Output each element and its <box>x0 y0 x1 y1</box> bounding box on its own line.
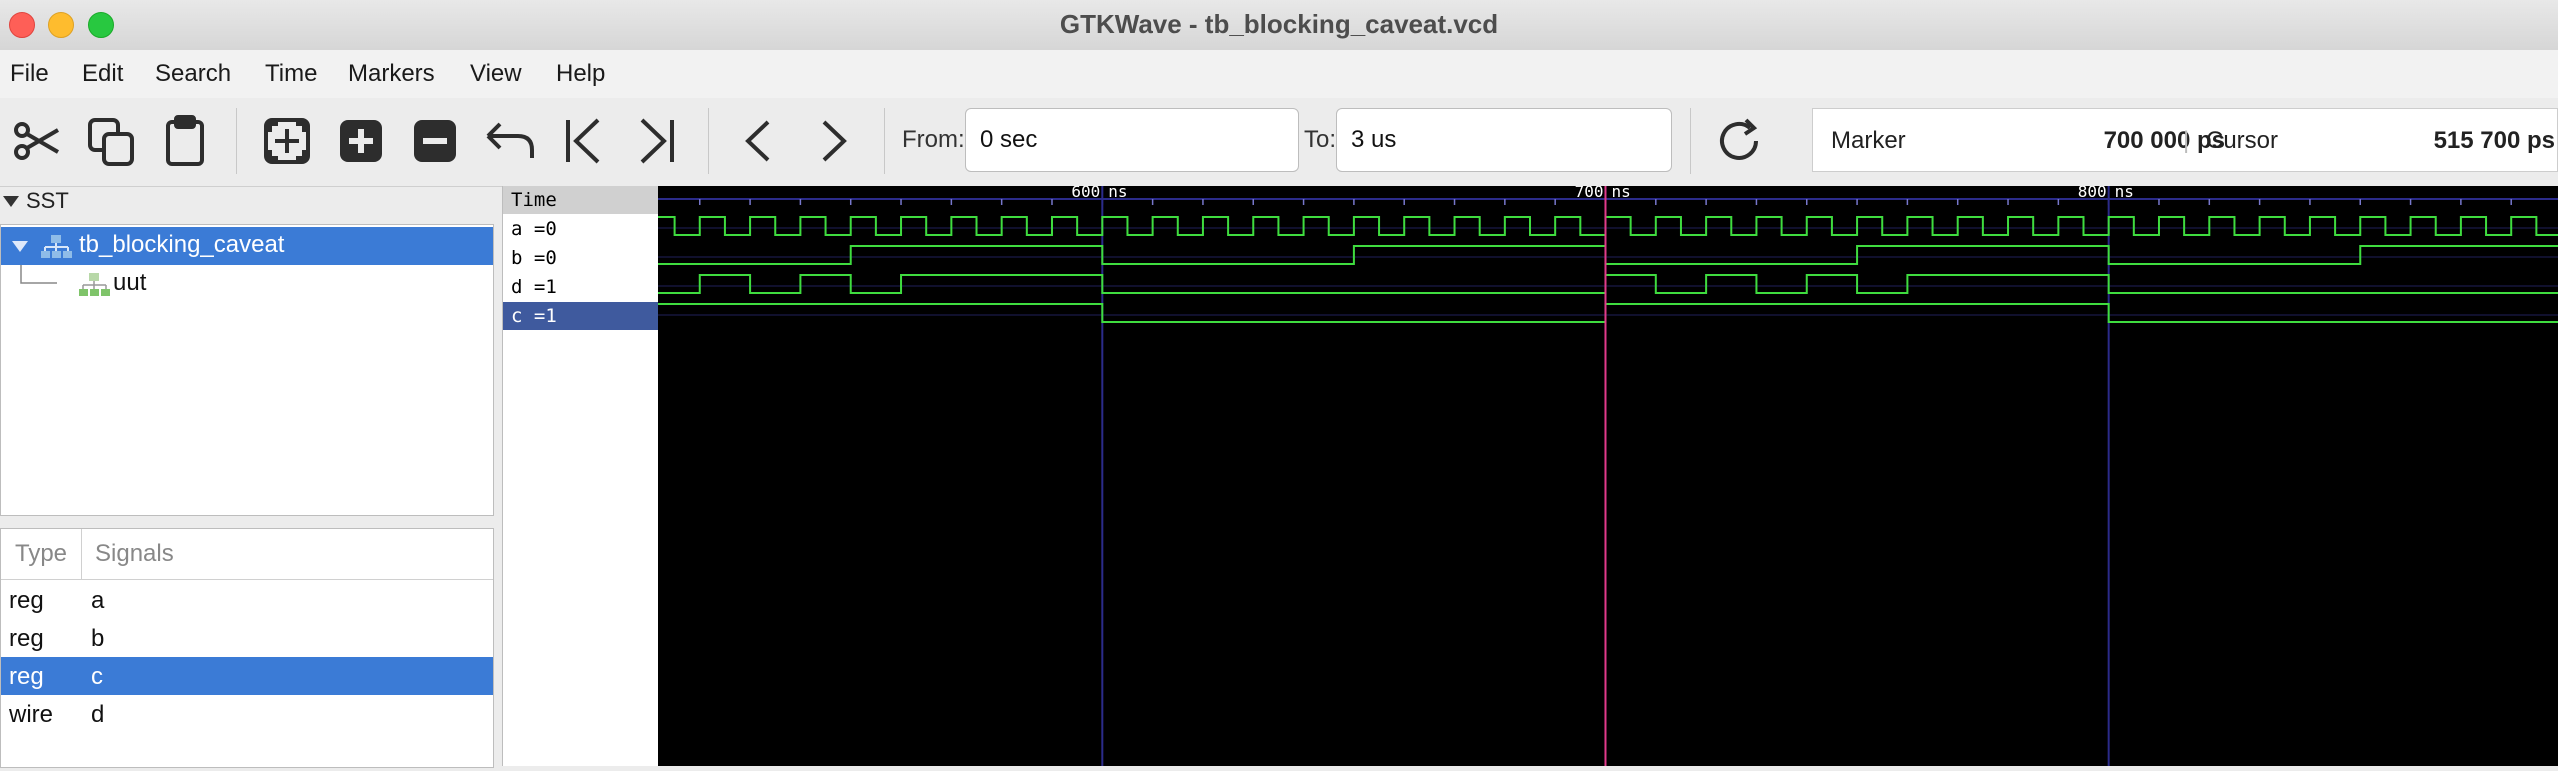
signal-row-c[interactable]: reg c <box>1 657 493 695</box>
wave-name-a[interactable]: a =0 <box>503 215 659 243</box>
to-time-input[interactable]: 3 us <box>1336 108 1672 172</box>
wave-name-d[interactable]: d =1 <box>503 273 659 301</box>
triangle-down-icon[interactable] <box>11 239 29 253</box>
tree-item-uut[interactable]: uut <box>1 265 493 303</box>
wave-c <box>658 303 2558 323</box>
signals-list: Type Signals reg a reg b reg c wire d <box>0 528 494 768</box>
tick-unit-label: ns <box>1108 186 1127 201</box>
title-bar: GTKWave - tb_blocking_caveat.vcd <box>0 0 2558 51</box>
menu-file[interactable]: File <box>10 60 49 88</box>
menu-help[interactable]: Help <box>556 60 605 88</box>
shift-right-icon[interactable] <box>804 112 862 170</box>
signal-name: d <box>91 701 105 728</box>
signal-type: reg <box>9 587 44 614</box>
signal-name: a <box>91 587 105 614</box>
cursor-label: Cursor <box>2206 127 2279 154</box>
toolbar: From: 0 sec To: 3 us Marker 700 000 ps |… <box>0 98 2558 187</box>
tree-item-label: uut <box>113 269 147 296</box>
menu-markers[interactable]: Markers <box>348 60 435 88</box>
marker-value: 700 000 ps <box>2103 127 2225 154</box>
to-label: To: <box>1304 126 1337 153</box>
window-title: GTKWave - tb_blocking_caveat.vcd <box>1059 9 1499 39</box>
zoom-out-icon[interactable] <box>406 112 464 170</box>
reload-icon[interactable] <box>1710 112 1768 170</box>
signal-type: reg <box>9 663 44 690</box>
signal-row-b[interactable]: reg b <box>1 619 493 657</box>
tick-unit-label: ns <box>1611 186 1630 201</box>
from-time-input[interactable]: 0 sec <box>965 108 1299 172</box>
column-signals[interactable]: Signals <box>95 540 174 568</box>
triangle-down-icon <box>3 196 19 207</box>
menu-time[interactable]: Time <box>265 60 317 88</box>
sst-expander[interactable]: SST <box>0 186 500 222</box>
paste-icon[interactable] <box>156 112 214 170</box>
cut-icon[interactable] <box>8 112 66 170</box>
tree-item-label: tb_blocking_caveat <box>79 231 285 258</box>
wave-a <box>658 216 2558 236</box>
go-to-end-icon[interactable] <box>628 112 686 170</box>
copy-icon[interactable] <box>82 112 140 170</box>
wave-signal-names: Time a =0 b =0 d =1 c =1 <box>502 186 659 766</box>
signal-name: c <box>91 663 103 690</box>
tick-label: 600 <box>1071 186 1100 201</box>
marker-cursor-display: Marker 700 000 ps | Cursor 515 700 ps <box>1812 108 2558 172</box>
time-header: Time <box>503 186 659 214</box>
zoom-in-icon[interactable] <box>332 112 390 170</box>
menu-view[interactable]: View <box>470 60 522 88</box>
signal-type: reg <box>9 625 44 652</box>
signals-list-header: Type Signals <box>1 529 493 580</box>
column-type[interactable]: Type <box>15 540 67 568</box>
tick-unit-label: ns <box>2115 186 2134 201</box>
menu-search[interactable]: Search <box>155 60 231 88</box>
signal-row-a[interactable]: reg a <box>1 581 493 619</box>
waveform-canvas[interactable]: 600 ns 700 ns 800 ns <box>658 182 2558 766</box>
sst-tree: tb_blocking_caveat uut <box>0 224 494 516</box>
wave-name-b[interactable]: b =0 <box>503 244 659 272</box>
signal-type: wire <box>9 701 54 728</box>
from-label: From: <box>902 126 965 153</box>
menu-bar: File Edit Search Time Markers View Help <box>0 50 2558 99</box>
wave-name-c[interactable]: c =1 <box>503 302 659 330</box>
waveform-view[interactable]: 600 ns 700 ns 800 ns <box>658 182 2558 766</box>
signal-name: b <box>91 625 105 652</box>
cursor-value: 515 700 ps <box>2433 127 2555 154</box>
sst-title: SST <box>26 188 69 213</box>
marker-label: Marker <box>1831 127 1906 154</box>
menu-edit[interactable]: Edit <box>82 60 123 88</box>
wave-b <box>658 245 2558 265</box>
tick-label: 800 <box>2078 186 2107 201</box>
tree-item-tb-blocking-caveat[interactable]: tb_blocking_caveat <box>1 227 493 265</box>
undo-zoom-icon[interactable] <box>480 112 538 170</box>
zoom-fit-icon[interactable] <box>258 112 316 170</box>
go-to-start-icon[interactable] <box>554 112 612 170</box>
module-hierarchy-icon <box>41 235 72 258</box>
shift-left-icon[interactable] <box>730 112 788 170</box>
wave-d <box>658 274 2558 294</box>
module-icon <box>79 273 110 296</box>
signal-row-d[interactable]: wire d <box>1 695 493 733</box>
tick-label: 700 <box>1575 186 1604 201</box>
